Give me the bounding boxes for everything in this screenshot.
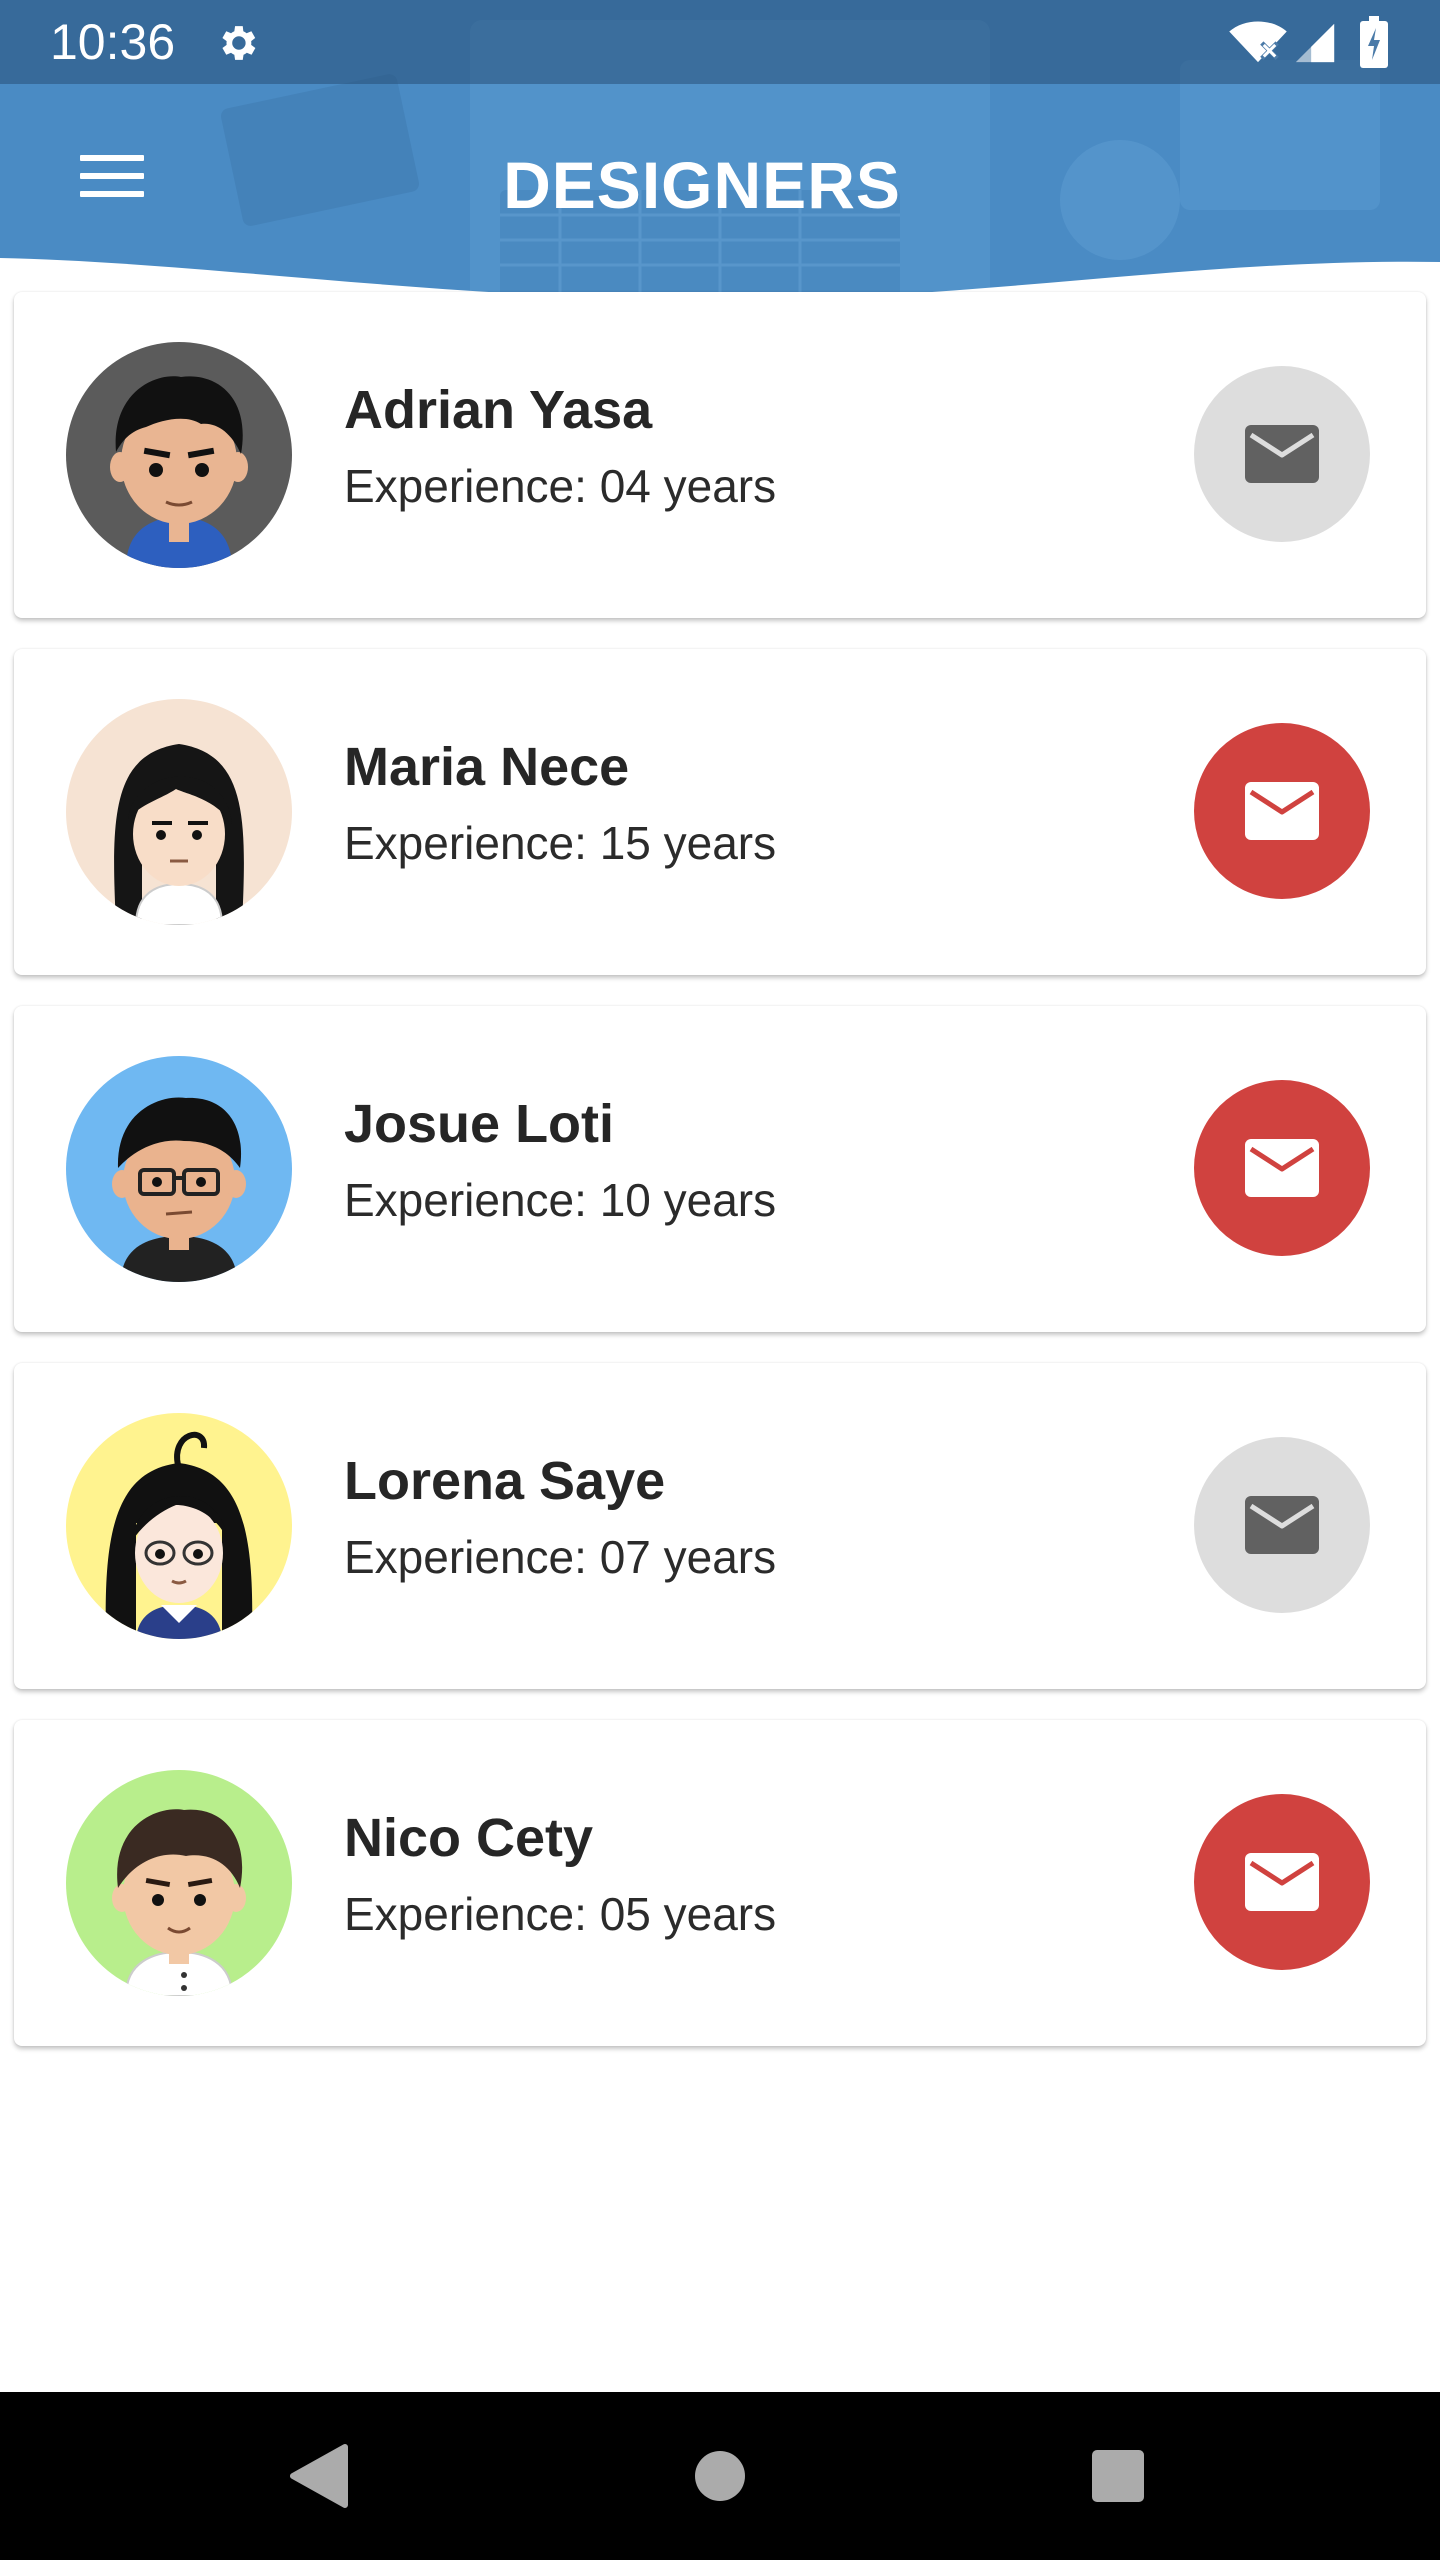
avatar bbox=[66, 1413, 292, 1639]
avatar-illustration bbox=[66, 342, 292, 568]
designer-card[interactable]: Nico Cety Experience: 05 years bbox=[14, 1720, 1426, 2046]
email-button[interactable] bbox=[1194, 723, 1370, 899]
avatar-illustration bbox=[66, 699, 292, 925]
designer-experience: Experience: 07 years bbox=[344, 1531, 777, 1583]
designer-experience: Experience: 04 years bbox=[344, 460, 777, 512]
avatar-illustration bbox=[66, 1413, 292, 1639]
designer-name: Josue Loti bbox=[344, 1094, 615, 1154]
back-icon bbox=[290, 2444, 348, 2508]
email-button[interactable] bbox=[1194, 1080, 1370, 1256]
home-icon bbox=[695, 2451, 745, 2501]
designer-card[interactable]: Josue Loti Experience: 10 years bbox=[14, 1006, 1426, 1332]
screen: 10:36 DESIGNERS Adrian Yasa Experience: … bbox=[0, 0, 1440, 2560]
designer-name: Lorena Saye bbox=[344, 1451, 666, 1511]
status-time: 10:36 bbox=[50, 14, 176, 70]
wifi-icon bbox=[1229, 21, 1287, 63]
email-button[interactable] bbox=[1194, 1794, 1370, 1970]
mail-icon bbox=[1245, 1496, 1319, 1554]
app-header: 10:36 DESIGNERS bbox=[0, 0, 1440, 310]
battery-icon bbox=[1360, 16, 1388, 68]
designer-name: Maria Nece bbox=[344, 737, 630, 797]
designer-list: Adrian Yasa Experience: 04 years Maria N… bbox=[14, 292, 1426, 2077]
page-title: DESIGNERS bbox=[503, 148, 901, 222]
mail-icon bbox=[1245, 1139, 1319, 1197]
avatar-illustration bbox=[66, 1056, 292, 1282]
avatar bbox=[66, 1770, 292, 1996]
designer-card[interactable]: Lorena Saye Experience: 07 years bbox=[14, 1363, 1426, 1689]
designer-experience: Experience: 10 years bbox=[344, 1174, 777, 1226]
avatar bbox=[66, 1056, 292, 1282]
signal-icon bbox=[1295, 23, 1335, 63]
designer-name: Adrian Yasa bbox=[344, 380, 653, 440]
navigation-bar bbox=[0, 2392, 1440, 2560]
recents-button[interactable] bbox=[1078, 2436, 1158, 2516]
avatar bbox=[66, 699, 292, 925]
avatar bbox=[66, 342, 292, 568]
avatar-illustration bbox=[66, 1770, 292, 1996]
designer-card[interactable]: Adrian Yasa Experience: 04 years bbox=[14, 292, 1426, 618]
recents-icon bbox=[1092, 2450, 1144, 2502]
home-button[interactable] bbox=[680, 2436, 760, 2516]
designer-card[interactable]: Maria Nece Experience: 15 years bbox=[14, 649, 1426, 975]
mail-icon bbox=[1245, 425, 1319, 483]
mail-icon bbox=[1245, 782, 1319, 840]
email-button[interactable] bbox=[1194, 1437, 1370, 1613]
designer-name: Nico Cety bbox=[344, 1808, 594, 1868]
designer-experience: Experience: 05 years bbox=[344, 1888, 777, 1940]
status-bar: 10:36 bbox=[0, 0, 1440, 84]
designer-experience: Experience: 15 years bbox=[344, 817, 777, 869]
email-button[interactable] bbox=[1194, 366, 1370, 542]
back-button[interactable] bbox=[278, 2436, 358, 2516]
gear-icon bbox=[222, 26, 256, 60]
mail-icon bbox=[1245, 1853, 1319, 1911]
